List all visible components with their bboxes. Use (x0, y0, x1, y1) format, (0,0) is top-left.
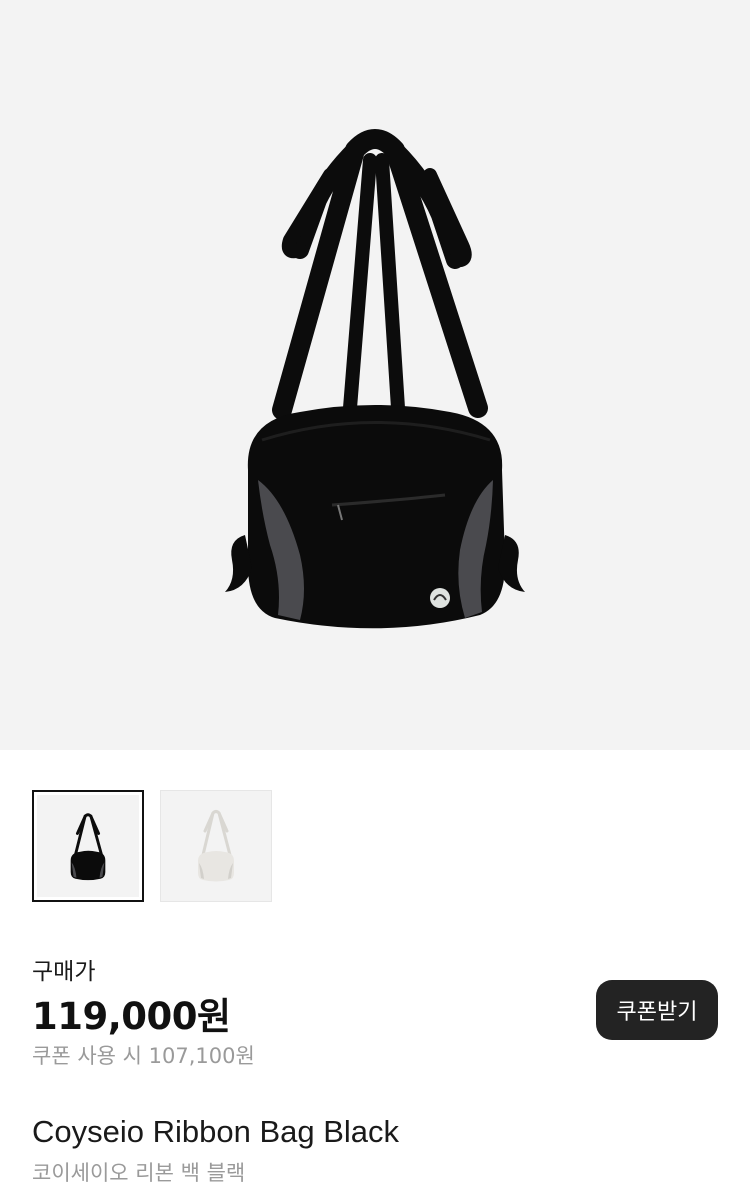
black-bag-thumb-illustration (70, 813, 106, 881)
thumbnail-white-image (161, 791, 271, 901)
get-coupon-button[interactable]: 쿠폰받기 (596, 980, 718, 1040)
bag-illustration (225, 129, 525, 629)
thumbnail-black[interactable] (32, 790, 144, 902)
product-main-image[interactable] (0, 0, 750, 750)
thumbnail-strip (32, 790, 272, 902)
product-name-korean: 코이세이오 리본 백 블랙 (32, 1161, 246, 1185)
product-name-english: Coyseio Ribbon Bag Black (32, 1114, 400, 1149)
coupon-price-note: 쿠폰 사용 시 107,100원 (32, 1044, 255, 1068)
price-label: 구매가 (32, 959, 96, 985)
product-price: 119,000원 (32, 995, 231, 1038)
thumbnail-black-image (37, 795, 139, 897)
thumbnail-white[interactable] (160, 790, 272, 902)
white-bag-thumb-illustration (198, 810, 234, 882)
